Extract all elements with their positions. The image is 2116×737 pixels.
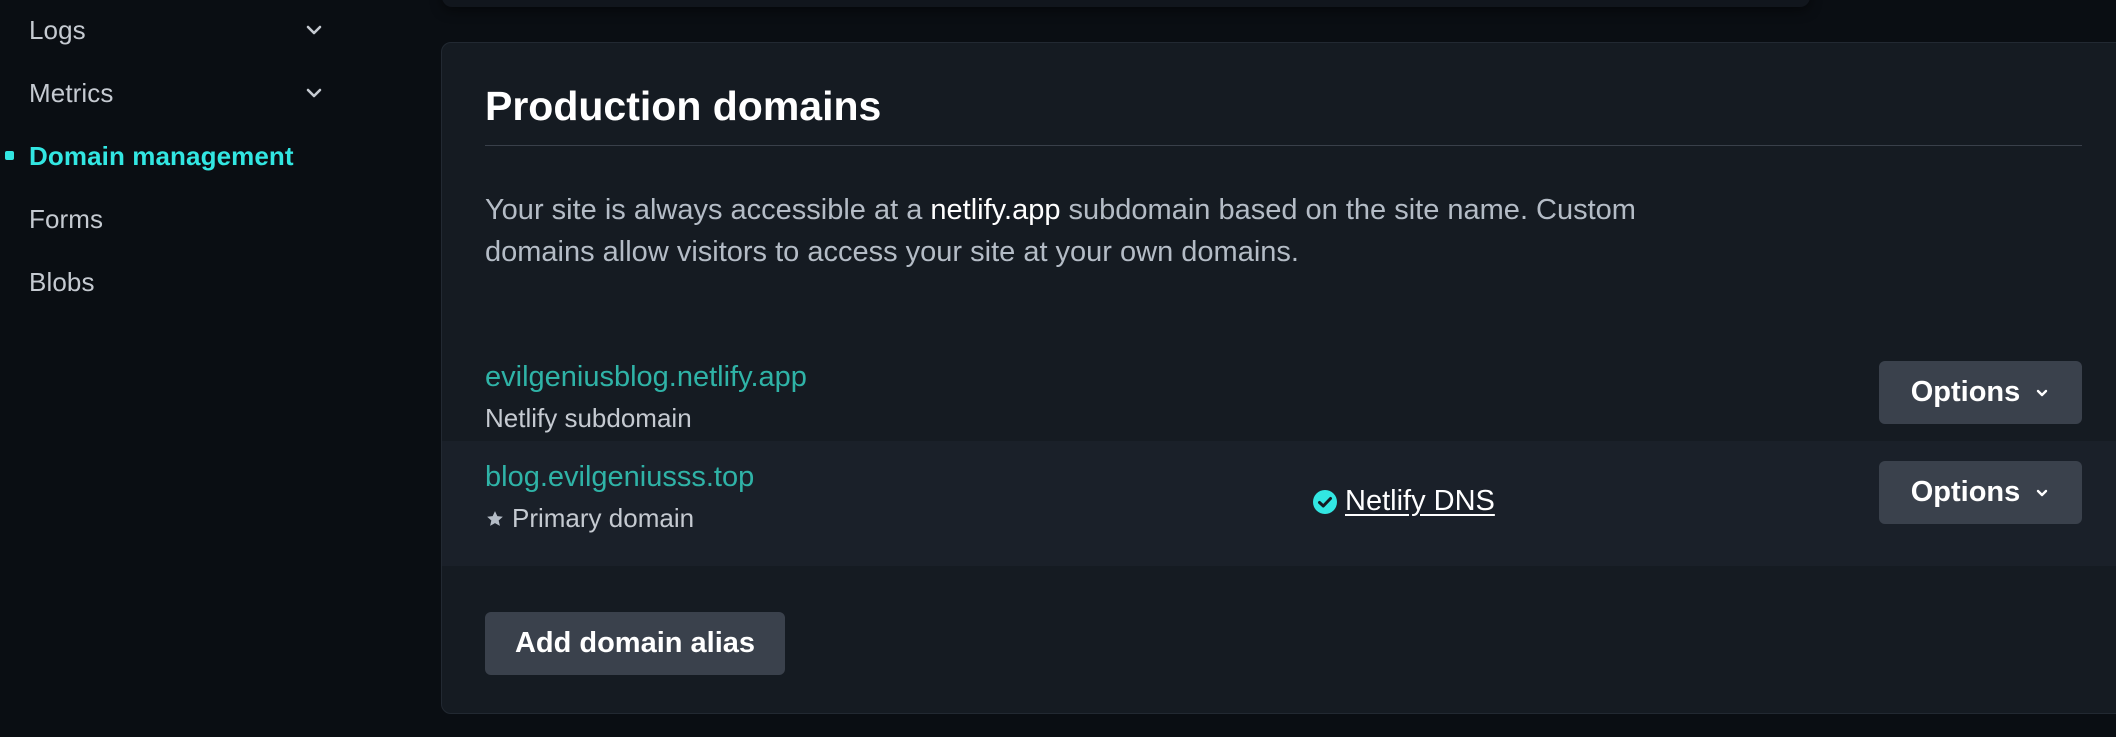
domain-subtitle: Netlify subdomain <box>485 403 692 434</box>
check-circle-icon <box>1313 489 1337 514</box>
options-button-label: Options <box>1910 476 2021 508</box>
sidebar-item-label: Logs <box>29 14 86 45</box>
production-domains-card: Production domains Your site is always a… <box>441 42 2116 714</box>
chevron-down-icon <box>2037 489 2048 496</box>
options-button[interactable]: Options <box>1879 361 2082 424</box>
sidebar-item-metrics[interactable]: Metrics <box>0 73 340 113</box>
section-description: Your site is always accessible at a netl… <box>485 189 1685 273</box>
dns-label: Netlify DNS <box>1345 485 1495 517</box>
star-icon <box>487 510 503 526</box>
sidebar: Logs Metrics Domain management Forms Blo… <box>0 0 360 737</box>
section-title: Production domains <box>485 83 882 129</box>
divider <box>485 145 2082 146</box>
sidebar-item-label: Metrics <box>29 77 114 108</box>
netlify-dns-link[interactable]: Netlify DNS <box>1312 485 1495 518</box>
options-button-label: Options <box>1910 376 2021 408</box>
previous-card <box>442 0 1810 7</box>
chevron-down-icon <box>2037 389 2048 396</box>
sidebar-item-forms[interactable]: Forms <box>0 199 340 239</box>
sidebar-item-label: Domain management <box>29 140 294 171</box>
sidebar-item-label: Forms <box>29 203 104 234</box>
domain-link[interactable]: blog.evilgeniusss.top <box>485 461 754 494</box>
domain-subtitle: Primary domain <box>485 503 694 534</box>
domain-link[interactable]: evilgeniusblog.netlify.app <box>485 361 807 394</box>
sidebar-item-label: Blobs <box>29 266 95 297</box>
sidebar-item-logs[interactable]: Logs <box>0 10 340 50</box>
description-highlight: netlify.app <box>930 194 1061 226</box>
chevron-down-icon[interactable] <box>302 81 326 105</box>
active-dot-icon <box>5 151 14 160</box>
description-text: Your site is always accessible at a <box>485 194 931 226</box>
domain-subtitle-label: Netlify subdomain <box>485 403 692 433</box>
sidebar-item-blobs[interactable]: Blobs <box>0 262 340 302</box>
app-root: Logs Metrics Domain management Forms Blo… <box>0 0 2116 737</box>
add-domain-alias-button[interactable]: Add domain alias <box>485 612 785 675</box>
chevron-down-icon[interactable] <box>302 18 326 42</box>
domain-subtitle-label: Primary domain <box>512 503 695 533</box>
options-button[interactable]: Options <box>1879 461 2082 524</box>
sidebar-item-domain-management[interactable]: Domain management <box>0 136 340 176</box>
domain-row: blog.evilgeniusss.top Primary domain Net… <box>442 441 2116 566</box>
